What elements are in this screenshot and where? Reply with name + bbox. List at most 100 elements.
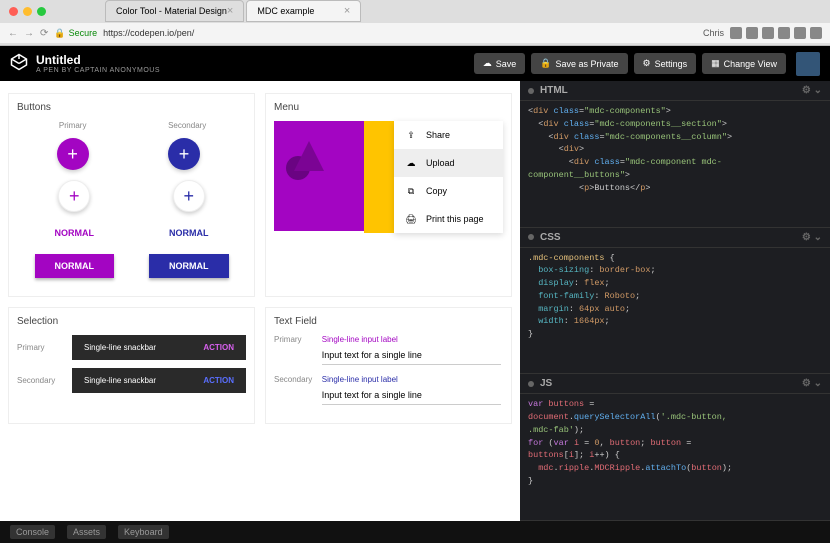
pen-title[interactable]: Untitled — [36, 53, 160, 67]
avatar[interactable] — [796, 52, 820, 76]
editor-title: CSS — [540, 232, 561, 243]
save-button[interactable]: ☁Save — [474, 53, 526, 74]
browser-tab[interactable]: Color Tool - Material Design × — [105, 0, 244, 22]
menu-item[interactable]: 🖨 Print this page — [394, 205, 503, 233]
extension-icon[interactable] — [810, 27, 822, 39]
dot-icon — [528, 88, 534, 94]
maximize-window-button[interactable] — [37, 7, 46, 16]
tab-title: MDC example — [257, 6, 314, 16]
snackbar-text: Single-line snackbar — [84, 343, 156, 352]
codepen-logo-icon[interactable] — [10, 53, 28, 74]
snackbar-action[interactable]: ACTION — [203, 376, 234, 385]
lock-icon: 🔒 — [540, 58, 551, 69]
textfield-card: Text Field Primary Single-line input lab… — [265, 307, 512, 424]
text-button-primary[interactable]: NORMAL — [43, 222, 107, 244]
lock-icon: 🔒 — [54, 28, 65, 39]
menu-list: ⇪ Share ☁ Upload ⧉ Copy 🖨 — [394, 121, 503, 233]
menu-item-label: Copy — [426, 186, 447, 196]
code-area[interactable]: var buttons = document.querySelectorAll(… — [520, 394, 830, 491]
tab-title: Color Tool - Material Design — [116, 6, 227, 16]
address-bar: ← → ⟳ 🔒 Secure https://codepen.io/pen/ C… — [0, 23, 830, 43]
html-editor: HTML ⚙ ⌄ <div class="mdc-components"> <d… — [520, 81, 830, 228]
menu-item[interactable]: ⇪ Share — [394, 121, 503, 149]
text-button-secondary[interactable]: NORMAL — [157, 222, 221, 244]
extension-icons — [730, 27, 822, 39]
print-icon: 🖨 — [404, 212, 418, 226]
codepen-footer: Console Assets Keyboard — [0, 521, 830, 543]
menu-item[interactable]: ☁ Upload — [394, 149, 503, 177]
textfield-label: Single-line input label — [322, 375, 501, 384]
user-label: Chris — [703, 28, 724, 38]
editor-header[interactable]: HTML ⚙ ⌄ — [520, 81, 830, 101]
extension-icon[interactable] — [794, 27, 806, 39]
row-label: Secondary — [274, 375, 319, 384]
menu-accent-strip — [364, 121, 394, 233]
dot-icon — [528, 381, 534, 387]
snackbar-secondary: Single-line snackbar ACTION — [72, 368, 246, 393]
back-icon[interactable]: ← — [8, 28, 18, 39]
extension-icon[interactable] — [778, 27, 790, 39]
extension-icon[interactable] — [730, 27, 742, 39]
row-label: Secondary — [17, 376, 62, 385]
snackbar-primary: Single-line snackbar ACTION — [72, 335, 246, 360]
browser-tabs: Color Tool - Material Design × MDC examp… — [55, 0, 830, 22]
selection-card: Selection Primary Single-line snackbar A… — [8, 307, 255, 424]
menu-hero-image — [274, 121, 364, 231]
code-area[interactable]: <div class="mdc-components"> <div class=… — [520, 101, 830, 198]
change-view-button[interactable]: ▦Change View — [702, 53, 786, 74]
close-window-button[interactable] — [9, 7, 18, 16]
settings-button[interactable]: ⚙Settings — [634, 53, 697, 74]
editor-header[interactable]: CSS ⚙ ⌄ — [520, 228, 830, 248]
editor-header[interactable]: JS ⚙ ⌄ — [520, 374, 830, 394]
forward-icon[interactable]: → — [24, 28, 34, 39]
layout-icon: ▦ — [711, 58, 720, 69]
textfield-label: Single-line input label — [322, 335, 501, 344]
card-title: Buttons — [17, 102, 246, 113]
reload-icon[interactable]: ⟳ — [40, 28, 48, 39]
main-area: Buttons Primary + Secondary + + + — [0, 81, 830, 521]
browser-tab[interactable]: MDC example × — [246, 0, 361, 22]
css-editor: CSS ⚙ ⌄ .mdc-components { box-sizing: bo… — [520, 228, 830, 375]
url-field[interactable]: https://codepen.io/pen/ — [103, 28, 697, 38]
minimize-window-button[interactable] — [23, 7, 32, 16]
fab-outlined-secondary[interactable]: + — [173, 180, 205, 212]
gear-icon[interactable]: ⚙ ⌄ — [802, 378, 822, 389]
card-title: Selection — [17, 316, 246, 327]
code-area[interactable]: .mdc-components { box-sizing: border-box… — [520, 248, 830, 345]
raised-button-primary[interactable]: NORMAL — [35, 254, 115, 278]
close-tab-icon[interactable]: × — [227, 5, 233, 17]
menu-item-label: Share — [426, 130, 450, 140]
textfield-input-secondary[interactable] — [322, 386, 501, 405]
raised-button-secondary[interactable]: NORMAL — [149, 254, 229, 278]
column-label: Primary — [57, 121, 89, 130]
upload-icon: ☁ — [404, 156, 418, 170]
preview-pane: Buttons Primary + Secondary + + + — [0, 81, 520, 521]
column-label: Secondary — [168, 121, 206, 130]
textfield-input-primary[interactable] — [322, 346, 501, 365]
editors-pane: HTML ⚙ ⌄ <div class="mdc-components"> <d… — [520, 81, 830, 521]
gear-icon[interactable]: ⚙ ⌄ — [802, 85, 822, 96]
window-controls — [0, 0, 55, 23]
fab-outlined-primary[interactable]: + — [58, 180, 90, 212]
menu-item-label: Print this page — [426, 214, 484, 224]
save-private-button[interactable]: 🔒Save as Private — [531, 53, 627, 74]
snackbar-text: Single-line snackbar — [84, 376, 156, 385]
close-tab-icon[interactable]: × — [344, 5, 350, 17]
fab-primary[interactable]: + — [57, 138, 89, 170]
menu-item[interactable]: ⧉ Copy — [394, 177, 503, 205]
extension-icon[interactable] — [762, 27, 774, 39]
gear-icon[interactable]: ⚙ ⌄ — [802, 232, 822, 243]
buttons-card: Buttons Primary + Secondary + + + — [8, 93, 255, 297]
editor-title: JS — [540, 378, 552, 389]
js-editor: JS ⚙ ⌄ var buttons = document.querySelec… — [520, 374, 830, 521]
extension-icon[interactable] — [746, 27, 758, 39]
snackbar-action[interactable]: ACTION — [203, 343, 234, 352]
card-title: Text Field — [274, 316, 503, 327]
secure-indicator: 🔒 Secure — [54, 28, 97, 39]
dot-icon — [528, 234, 534, 240]
pen-subtitle: A PEN BY CAPTAIN ANONYMOUS — [36, 67, 160, 74]
editor-title: HTML — [540, 85, 568, 96]
menu-item-label: Upload — [426, 158, 455, 168]
menu-card: Menu ⇪ Share ☁ Upload ⧉ — [265, 93, 512, 297]
fab-secondary[interactable]: + — [168, 138, 200, 170]
